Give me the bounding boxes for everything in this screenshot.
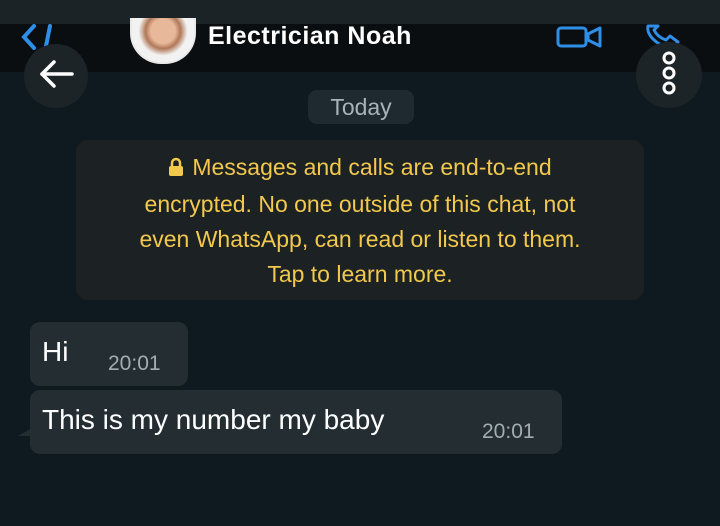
status-bar [0, 0, 720, 24]
message-time: 20:01 [482, 420, 535, 443]
video-call-icon[interactable] [556, 26, 602, 48]
message-text: Hi [42, 336, 69, 367]
chat-header: Electrician Noah [0, 18, 720, 72]
date-divider: Today [308, 90, 414, 124]
message-text: This is my number my baby [42, 404, 385, 435]
contact-avatar[interactable] [130, 18, 196, 64]
arrow-left-icon [38, 59, 74, 94]
encryption-notice[interactable]: Messages and calls are end-to-end encryp… [76, 140, 644, 300]
message-time: 20:01 [108, 352, 161, 375]
encryption-notice-line: encrypted. No one outside of this chat, … [144, 191, 576, 217]
more-vertical-icon [661, 50, 677, 101]
back-button[interactable] [24, 44, 88, 108]
more-options-button[interactable] [636, 42, 702, 108]
encryption-notice-line: even WhatsApp, can read or listen to the… [139, 226, 581, 252]
message-bubble[interactable]: This is my number my baby 20:01 [18, 390, 562, 454]
chat-area: Today Messages and calls are end-to-end … [0, 72, 720, 526]
message-bubble[interactable]: Hi 20:01 [30, 322, 188, 386]
lock-icon [168, 152, 184, 187]
encryption-notice-line: Messages and calls are end-to-end [92, 150, 628, 187]
encryption-notice-line: Tap to learn more. [267, 261, 453, 287]
contact-name[interactable]: Electrician Noah [208, 24, 412, 49]
bubble-tail [18, 428, 32, 436]
